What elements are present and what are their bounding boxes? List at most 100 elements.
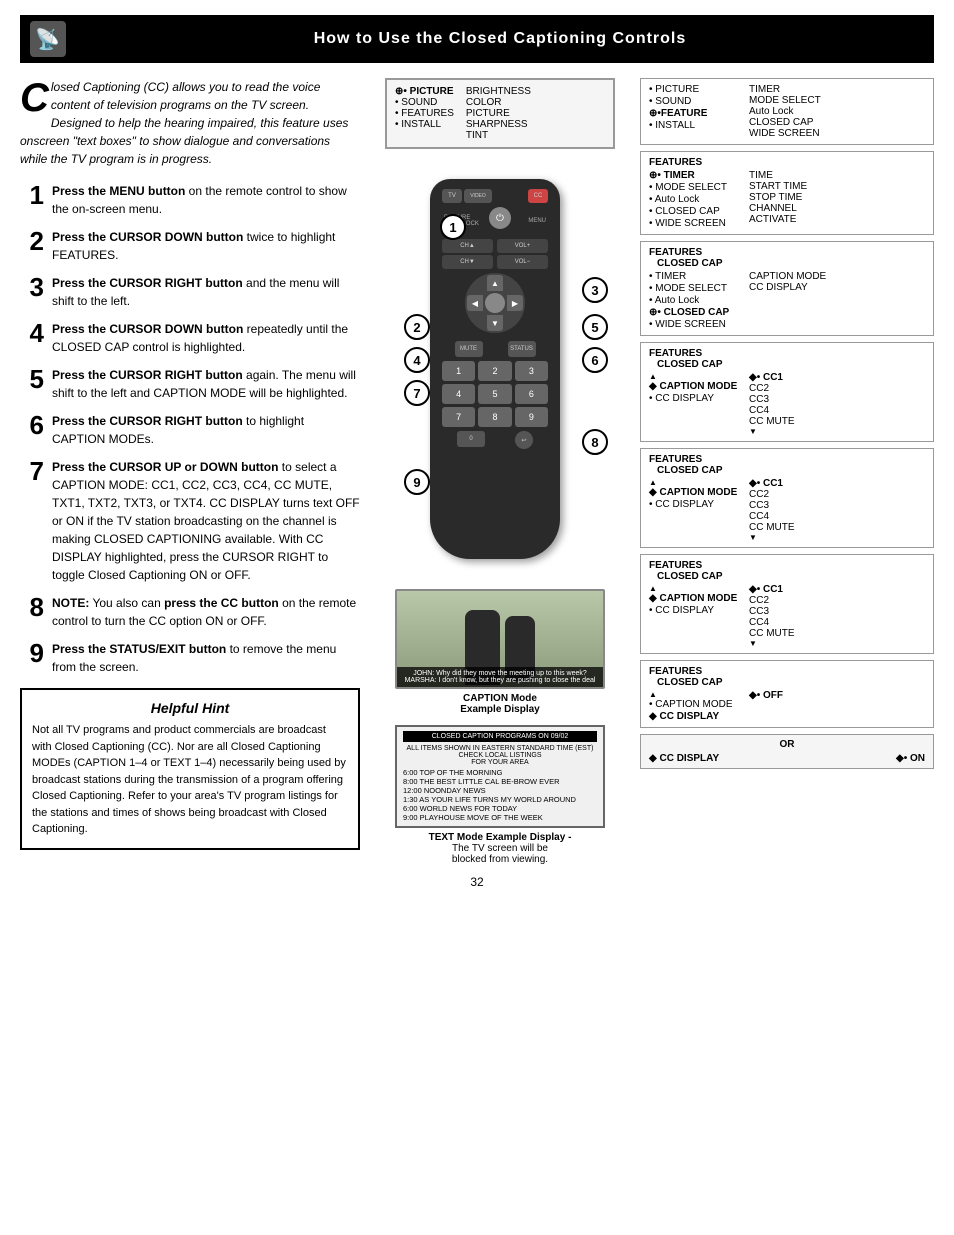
remote-num-3[interactable]: 3 [515, 361, 548, 381]
page-header: 📡 How to Use the Closed Captioning Contr… [20, 15, 934, 63]
remote-container: TV VIDEO CC PICTURE LIST CLOCK ⏻ MENU [390, 159, 610, 579]
step-text-1: Press the MENU button on the remote cont… [52, 182, 360, 218]
panel2-item-autolock: • Auto Lock [649, 194, 739, 205]
step-6: 6 Press the CURSOR RIGHT button to highl… [20, 412, 360, 448]
panel5-right-cc3: CC3 [749, 500, 795, 511]
step-text-5: Press the CURSOR RIGHT button again. The… [52, 366, 360, 402]
panel1-item-install: • INSTALL [649, 120, 739, 131]
menu-panel-2: FEATURES ⊕• TIMER • MODE SELECT • Auto L… [640, 151, 934, 235]
hint-text: Not all TV programs and product commerci… [32, 722, 348, 838]
step-number-6: 6 [20, 412, 44, 438]
remote-num-8[interactable]: 8 [478, 407, 511, 427]
right-column: • PICTURE • SOUND ⊕•FEATURE • INSTALL TI… [640, 78, 934, 865]
panel3-right-display: CC DISPLAY [749, 282, 826, 293]
panel1-right-mode: MODE SELECT [749, 95, 821, 106]
remote-nav-ok[interactable] [485, 293, 505, 313]
text-mode-sublabel: The TV screen will beblocked from viewin… [395, 843, 605, 865]
panel2-item-widescreen: • WIDE SCREEN [649, 218, 739, 229]
step-text-8: NOTE: You also can press the CC button o… [52, 594, 360, 630]
panel3-right-caption: CAPTION MODE [749, 271, 826, 282]
page: 📡 How to Use the Closed Captioning Contr… [0, 0, 954, 1235]
panel5-subtitle: CLOSED CAP [657, 465, 925, 476]
panel6-right-cc4: CC4 [749, 617, 795, 628]
bottom-cc-display: ◆ CC DISPLAY [649, 753, 719, 764]
remote-status-btn[interactable]: STATUS [508, 341, 536, 357]
panel7-item-captionmode: • CAPTION MODE [649, 699, 739, 710]
remote-vol-down[interactable]: VOL− [497, 255, 548, 269]
remote-nav-circle: ▲ ▼ ◀ ▶ [465, 273, 525, 333]
step-text-2: Press the CURSOR DOWN button twice to hi… [52, 228, 360, 264]
panel4-right-cc3: CC3 [749, 394, 795, 405]
remote-nav-right[interactable]: ▶ [507, 295, 523, 311]
page-number: 32 [20, 875, 934, 889]
remote-num-1[interactable]: 1 [442, 361, 475, 381]
tv-menu-top-right-3: PICTURE [466, 108, 531, 119]
remote-num-5[interactable]: 5 [478, 384, 511, 404]
remote-num-9[interactable]: 9 [515, 407, 548, 427]
panel6-right-cc2: CC2 [749, 595, 795, 606]
remote-btn-cc[interactable]: CC [528, 189, 548, 203]
step-number-7: 7 [20, 458, 44, 484]
text-mode-box: CLOSED CAPTION PROGRAMS ON 09/02 ALL ITE… [395, 725, 605, 828]
tv-menu-top-right-5: TINT [466, 130, 531, 141]
menu-panel-5: FEATURES CLOSED CAP ▲ ◆ CAPTION MODE • C… [640, 448, 934, 548]
caption-line-2: MARSHA: I don't know, but they are pushi… [401, 677, 599, 684]
tv-menu-top-item-3: • FEATURES [395, 108, 454, 119]
text-mode-listings: 6:00 TOP OF THE MORNING 8:00 THE BEST LI… [403, 768, 597, 822]
step-5: 5 Press the CURSOR RIGHT button again. T… [20, 366, 360, 402]
remote-step-label-2: 2 [404, 314, 430, 340]
panel6-title: FEATURES [649, 560, 925, 571]
panel5-item-ccdisplay: • CC DISPLAY [649, 499, 739, 510]
remote-0-btn[interactable]: 0 [457, 431, 485, 447]
panel6-item-ccdisplay: • CC DISPLAY [649, 605, 739, 616]
step-text-3: Press the CURSOR RIGHT button and the me… [52, 274, 360, 310]
remote-num-4[interactable]: 4 [442, 384, 475, 404]
step-7: 7 Press the CURSOR UP or DOWN button to … [20, 458, 360, 584]
remote-num-7[interactable]: 7 [442, 407, 475, 427]
text-mode-header: CLOSED CAPTION PROGRAMS ON 09/02 [403, 731, 597, 742]
remote-btn-tv[interactable]: TV [442, 189, 462, 203]
remote-mute-btn[interactable]: MUTE [455, 341, 483, 357]
panel3-item-closedcap: ⊕• CLOSED CAP [649, 307, 739, 318]
panel5-right-ccmute: CC MUTE [749, 522, 795, 533]
panel4-right-cc1: ◆• CC1 [749, 372, 795, 383]
panel4-subtitle: CLOSED CAP [657, 359, 925, 370]
text-mode-subheader: ALL ITEMS SHOWN IN EASTERN STANDARD TIME… [403, 745, 597, 766]
or-label: OR [649, 739, 925, 750]
panel2-item-timer: ⊕• TIMER [649, 170, 739, 181]
panel1-item-sound: • SOUND [649, 96, 739, 107]
remote-vol-up[interactable]: VOL+ [497, 239, 548, 253]
remote-nav-down[interactable]: ▼ [487, 315, 503, 331]
tv-menu-top: ⊕• PICTURE • SOUND • FEATURES • INSTALL … [385, 78, 615, 149]
step-9: 9 Press the STATUS/EXIT button to remove… [20, 640, 360, 676]
dropcap: C [20, 78, 49, 118]
panel1-right-closedcap: CLOSED CAP [749, 117, 821, 128]
remote-step-label-6: 6 [582, 347, 608, 373]
remote-step-label-4: 4 [404, 347, 430, 373]
caption-overlay: JOHN: Why did they move the meeting up t… [397, 667, 603, 687]
step-number-2: 2 [20, 228, 44, 254]
remote-power-button[interactable]: ⏻ [489, 207, 511, 229]
panel1-right-autolock: Auto Lock [749, 106, 821, 117]
remote-ch-down[interactable]: CH▼ [442, 255, 493, 269]
remote-ch-up[interactable]: CH▲ [442, 239, 493, 253]
remote-num-6[interactable]: 6 [515, 384, 548, 404]
menu-panel-4: FEATURES CLOSED CAP ▲ ◆ CAPTION MODE • C… [640, 342, 934, 442]
step-text-6: Press the CURSOR RIGHT button to highlig… [52, 412, 360, 448]
tv-menu-top-item-1: ⊕• PICTURE [395, 86, 454, 97]
remote-btn-video[interactable]: VIDEO [464, 189, 492, 203]
tv-menu-top-item-4: • INSTALL [395, 119, 454, 130]
panel4-title: FEATURES [649, 348, 925, 359]
bottom-panel: OR ◆ CC DISPLAY ◆• ON [640, 734, 934, 769]
middle-column: ⊕• PICTURE • SOUND • FEATURES • INSTALL … [375, 78, 625, 865]
remote-nav-up[interactable]: ▲ [487, 275, 503, 291]
text-mode-label: TEXT Mode Example Display - [395, 832, 605, 843]
remote-num-2[interactable]: 2 [478, 361, 511, 381]
step-text-9: Press the STATUS/EXIT button to remove t… [52, 640, 360, 676]
panel2-right-stop: STOP TIME [749, 192, 807, 203]
panel3-item-mode: • MODE SELECT [649, 283, 739, 294]
remote-nav-left[interactable]: ◀ [467, 295, 483, 311]
panel6-right-cc1: ◆• CC1 [749, 584, 795, 595]
step-8: 8 NOTE: You also can press the CC button… [20, 594, 360, 630]
remote-last-btn[interactable]: ↩ [515, 431, 533, 449]
